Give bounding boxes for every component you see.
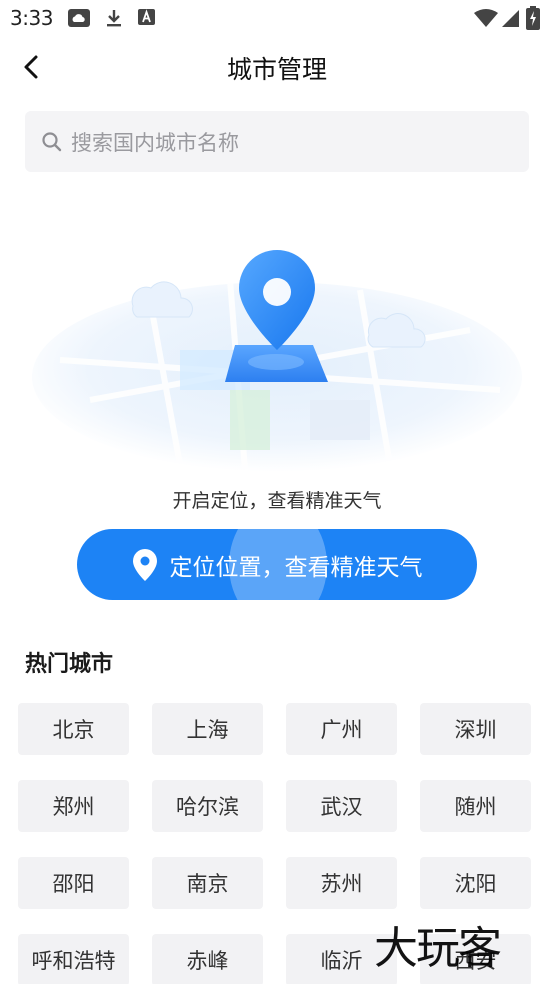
city-chip-harbin[interactable]: 哈尔滨 [152,780,263,832]
search-icon [42,131,62,151]
search-input[interactable]: 搜索国内城市名称 [25,111,529,172]
city-chip-shaoyang[interactable]: 邵阳 [18,857,129,909]
status-right [474,6,546,30]
city-chip-suizhou[interactable]: 随州 [420,780,531,832]
city-chip-nanjing[interactable]: 南京 [152,857,263,909]
city-chip-beijing[interactable]: 北京 [18,703,129,755]
watermark: 大玩客 [374,923,502,974]
header: 城市管理 [0,40,554,96]
city-chip-hohhot[interactable]: 呼和浩特 [18,934,129,984]
city-chip-guangzhou[interactable]: 广州 [286,703,397,755]
city-chip-suzhou[interactable]: 苏州 [286,857,397,909]
city-chip-wuhan[interactable]: 武汉 [286,780,397,832]
battery-charging-icon [526,6,540,30]
search-placeholder: 搜索国内城市名称 [71,130,239,155]
location-illustration [30,240,524,480]
city-chip-shenzhen[interactable]: 深圳 [420,703,531,755]
hot-cities-title: 热门城市 [25,652,114,677]
wifi-icon [474,9,498,27]
page-title: 城市管理 [226,55,327,84]
locate-button-label: 定位位置，查看精准天气 [169,554,423,581]
download-icon [104,8,126,28]
city-chip-shanghai[interactable]: 上海 [152,703,263,755]
locate-button[interactable]: 定位位置，查看精准天气 [77,529,477,600]
status-time: 3:33 [10,6,53,30]
signal-icon [502,10,519,27]
city-chip-zhengzhou[interactable]: 郑州 [18,780,129,832]
locate-tip: 开启定位，查看精准天气 [172,490,382,512]
city-chip-chifeng[interactable]: 赤峰 [152,934,263,984]
status-bar: 3:33 [0,0,554,36]
cloud-icon [68,8,90,28]
font-a-icon [138,8,160,28]
location-pin-icon [132,548,157,581]
city-chip-shenyang[interactable]: 沈阳 [420,857,531,909]
